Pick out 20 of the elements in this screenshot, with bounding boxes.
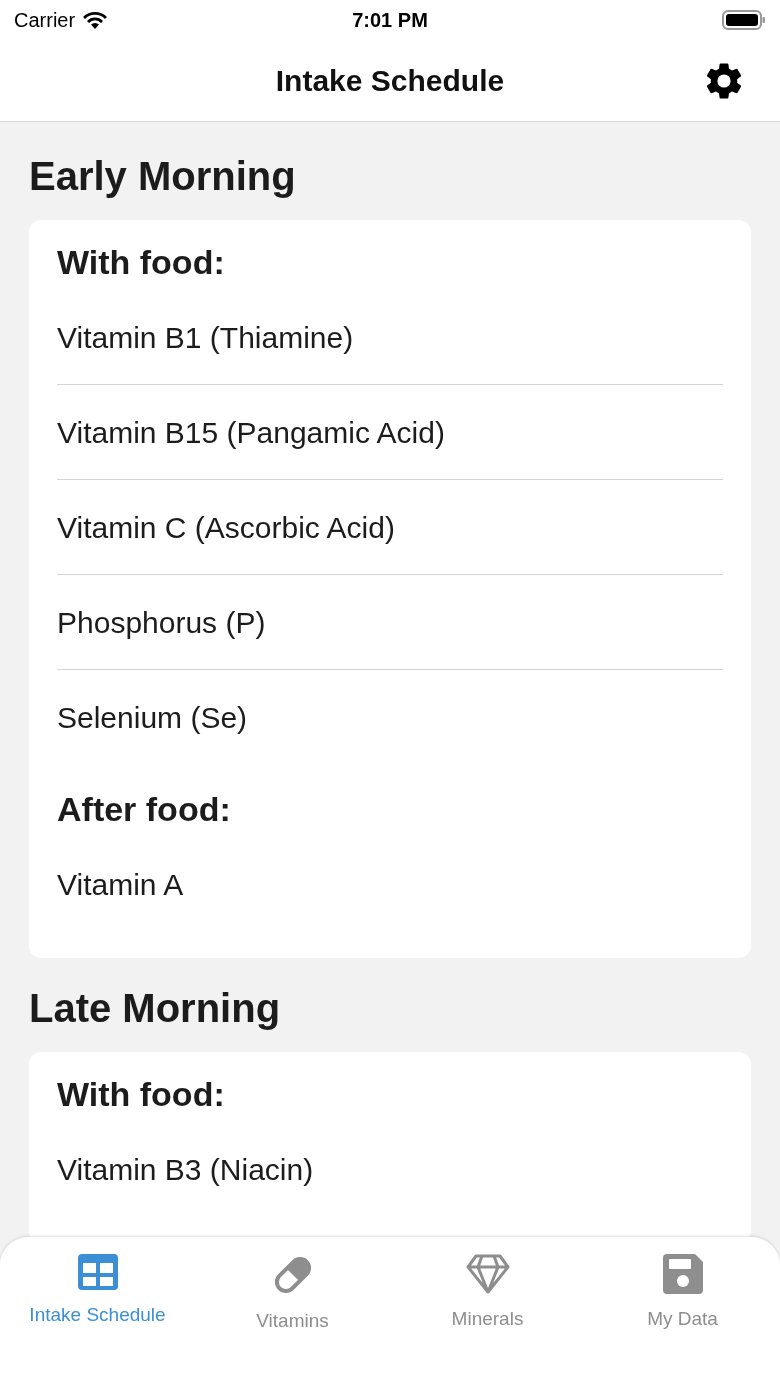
section-heading: Early Morning [29, 153, 297, 200]
list-item[interactable]: Vitamin B1 (Thiamine) [57, 314, 354, 360]
list-item[interactable]: Phosphorus (P) [57, 599, 266, 645]
list-item[interactable]: Vitamin A [57, 862, 184, 907]
battery-icon [722, 9, 766, 31]
group-label: After food: [57, 789, 232, 830]
list-item[interactable]: Selenium (Se) [57, 695, 248, 740]
grid-icon [76, 1253, 119, 1291]
list-item[interactable]: Vitamin B15 (Pangamic Acid) [57, 409, 445, 455]
diamond-icon [465, 1253, 510, 1295]
carrier-label: Carrier [14, 8, 76, 33]
group-label: With food: [57, 1074, 226, 1115]
wifi-icon [81, 10, 110, 30]
group-label: With food: [57, 242, 226, 283]
list-item[interactable]: Vitamin C (Ascorbic Acid) [57, 504, 395, 550]
section-heading: Late Morning [29, 985, 282, 1032]
screen-title: Intake Schedule [275, 63, 505, 99]
list-item[interactable]: Vitamin B3 (Niacin) [57, 1147, 314, 1192]
tab[interactable]: Intake Schedule [0, 1253, 195, 1330]
clock-time: 7:01 PM [352, 8, 428, 33]
